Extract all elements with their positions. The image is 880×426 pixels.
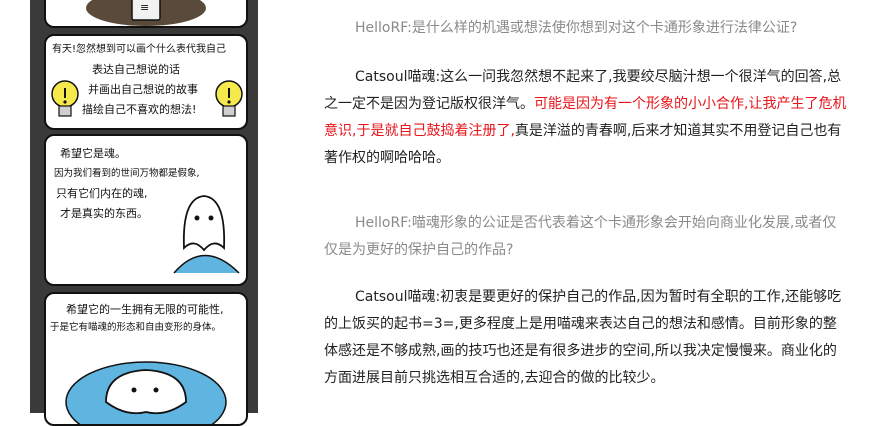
comic-panel-3: 希望它是魂。 因为我们看到的世间万物都是假象, 只有它们内在的魂, 才是真实的东… (44, 134, 248, 286)
interview-answer-1: Catsoul喵魂:这么一问我忽然想不起来了,我要绞尽脑汁想一个很洋气的回答,总… (324, 64, 850, 172)
cat-soul-illustration (65, 361, 227, 424)
comic-text: 才是真实的东西。 (60, 207, 148, 220)
comic-text: 描绘自己不喜欢的想法! (82, 103, 197, 116)
comic-text: 表达自己想说的话 (92, 63, 180, 76)
comic-text: 有天!忽然想到可以画个什么表代我自己 (52, 44, 227, 55)
lightbulb-icon (215, 80, 243, 117)
comic-text: 希望它是魂。 (60, 147, 126, 160)
interview-question-2: HelloRF:喵魂形象的公证是否代表着这个卡通形象会开始向商业化发展,或者仅仅… (324, 215, 837, 258)
comic-panel-4: 希望它的一生拥有无限的可能性, 于是它有喵魂的形态和自由变形的身体。 (44, 292, 248, 426)
comic-strip: ≡ 有天!忽然想到可以画个什么表代我自己 表达自己想说的话 并画出自己想说的故事… (30, 0, 258, 426)
comic-text: 因为我们看到的世间万物都是假象, (54, 168, 200, 179)
comic-panel-2: 有天!忽然想到可以画个什么表代我自己 表达自己想说的话 并画出自己想说的故事 描… (44, 34, 248, 130)
comic-text: 希望它的一生拥有无限的可能性, (66, 303, 224, 316)
lightbulb-icon (51, 80, 79, 117)
interview-answer-2: Catsoul喵魂:初衷是要更好的保护自己的作品,因为暂时有全职的工作,还能够吃… (324, 289, 842, 386)
sign-text: ≡ (140, 1, 150, 14)
comic-text: 于是它有喵魂的形态和自由变形的身体。 (50, 322, 222, 333)
interview-question-1: HelloRF:是什么样的机遇或想法使你想到对这个卡通形象进行法律公证? (355, 20, 798, 36)
comic-panel-1: ≡ (44, 0, 248, 28)
ghost-illustration (173, 195, 240, 274)
comic-text: 只有它们内在的魂, (56, 187, 148, 200)
comic-text: 并画出自己想说的故事 (88, 83, 198, 96)
